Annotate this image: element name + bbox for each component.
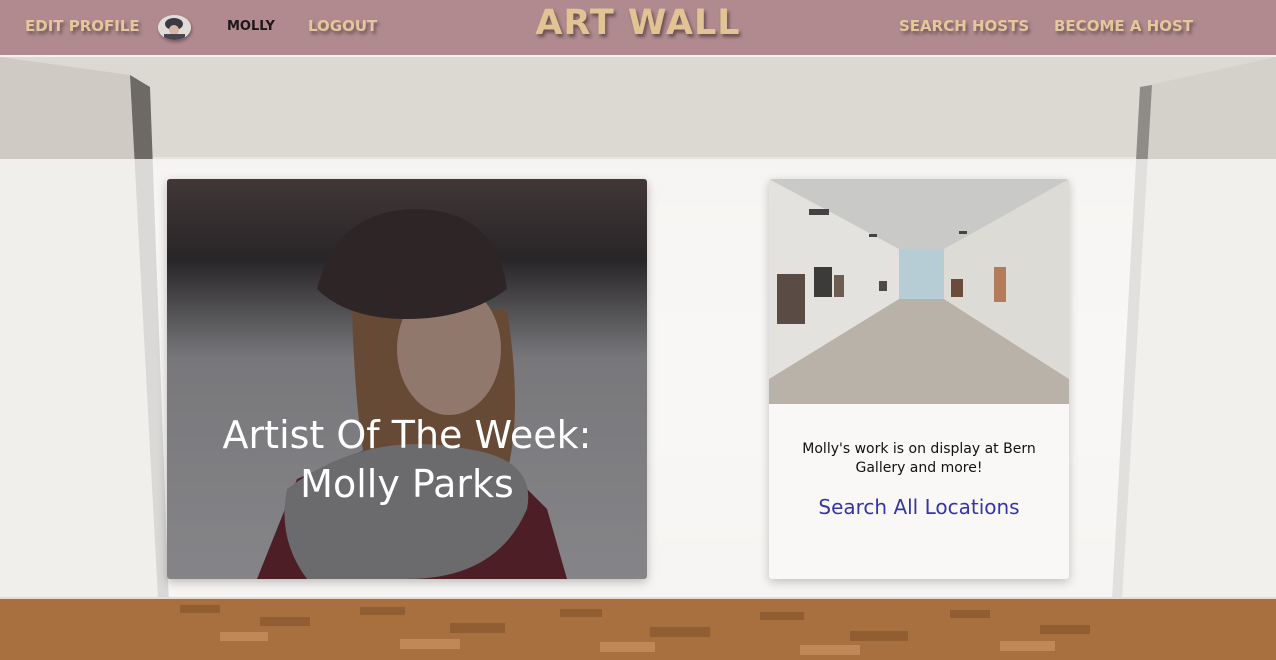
top-navbar: Edit Profile Molly Logout Art Wall Searc… — [0, 0, 1276, 57]
artist-name: Molly Parks — [300, 462, 514, 506]
become-host-link[interactable]: Become A Host — [1054, 17, 1193, 35]
artist-of-week-title: Artist Of The Week: Molly Parks — [167, 411, 647, 509]
logout-link[interactable]: Logout — [308, 17, 377, 35]
edit-profile-link[interactable]: Edit Profile — [25, 17, 140, 35]
artist-of-week-card[interactable]: Artist Of The Week: Molly Parks — [167, 179, 647, 579]
user-avatar[interactable] — [158, 15, 191, 40]
avatar-photo-icon — [158, 15, 191, 40]
gallery-photo — [769, 179, 1069, 404]
username-label: Molly — [227, 19, 275, 34]
search-all-locations-link[interactable]: Search All Locations — [769, 495, 1069, 519]
brand-logo[interactable]: Art Wall — [535, 3, 740, 43]
location-card: Molly's work is on display at Bern Galle… — [769, 179, 1069, 579]
artist-of-week-heading: Artist Of The Week: — [222, 413, 592, 457]
search-hosts-link[interactable]: Search Hosts — [899, 17, 1029, 35]
location-description: Molly's work is on display at Bern Galle… — [802, 441, 1036, 476]
artist-photo-overlay — [167, 179, 647, 579]
